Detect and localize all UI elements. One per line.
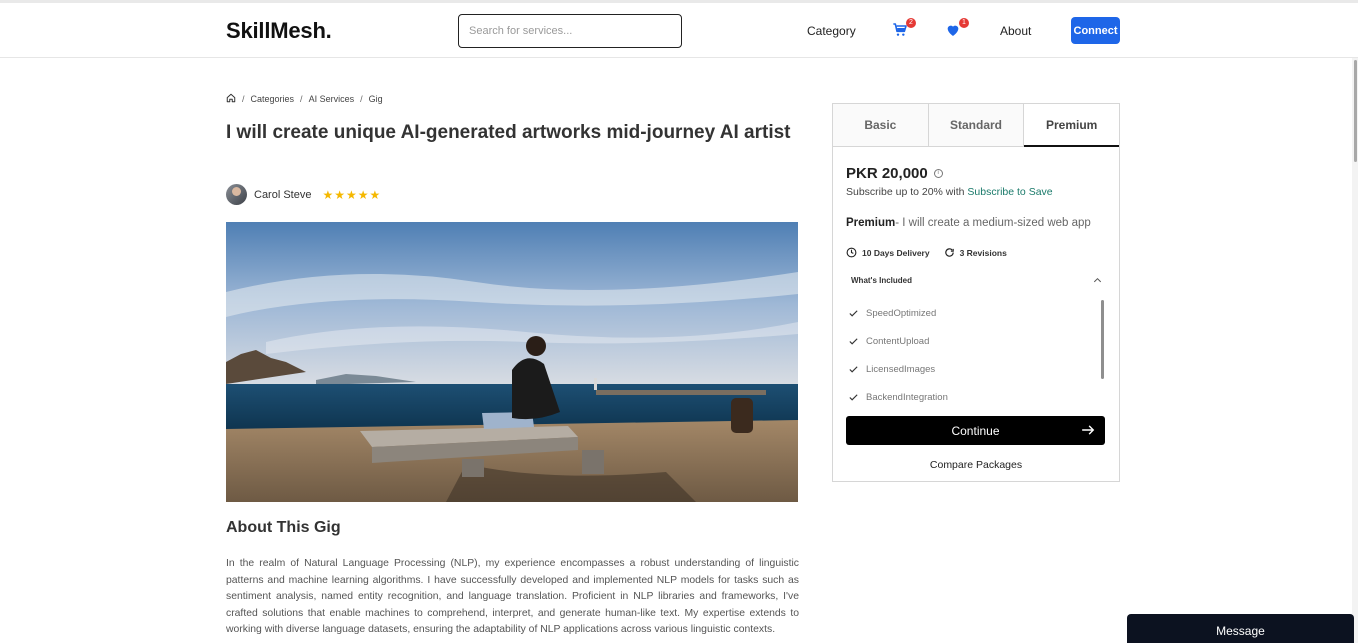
cart-count-badge: 2	[906, 18, 916, 28]
check-icon	[849, 365, 858, 373]
package-meta: 10 Days Delivery 3 Revisions	[846, 247, 1007, 258]
gig-image	[226, 222, 798, 502]
gig-title: I will create unique AI-generated artwor…	[226, 122, 791, 143]
check-icon	[849, 337, 858, 345]
list-item: SpeedOptimized	[846, 299, 1108, 327]
logo[interactable]: SkillMesh.	[226, 18, 332, 44]
whats-included-toggle[interactable]: What's Included	[851, 275, 1103, 286]
tab-standard[interactable]: Standard	[928, 104, 1025, 146]
search-input[interactable]	[458, 14, 682, 48]
clock-icon	[846, 247, 857, 258]
tab-premium[interactable]: Premium	[1024, 104, 1120, 147]
arrow-right-icon	[1082, 425, 1095, 435]
revisions-label: 3 Revisions	[959, 247, 1007, 258]
check-icon	[849, 393, 858, 401]
breadcrumb-separator: /	[242, 94, 245, 104]
included-item-label: SpeedOptimized	[866, 307, 937, 319]
breadcrumb-item-categories[interactable]: Categories	[251, 94, 295, 104]
subscribe-prefix: Subscribe up to 20% with	[846, 186, 965, 198]
delivery-info: 10 Days Delivery	[846, 247, 930, 258]
message-button[interactable]: Message	[1127, 614, 1354, 643]
list-item: ContentUpload	[846, 327, 1108, 355]
included-list-scrollbar[interactable]	[1101, 300, 1104, 379]
tab-basic[interactable]: Basic	[833, 104, 929, 146]
included-list: SpeedOptimized ContentUpload LicensedIma…	[846, 299, 1108, 405]
breadcrumb-separator: /	[300, 94, 303, 104]
connect-button[interactable]: Connect	[1071, 17, 1120, 44]
about-heading: About This Gig	[226, 519, 341, 536]
breadcrumb: / Categories / AI Services / Gig	[226, 93, 383, 105]
continue-button[interactable]: Continue	[846, 416, 1105, 445]
breadcrumb-item-gig[interactable]: Gig	[369, 94, 383, 104]
revisions-info: 3 Revisions	[944, 247, 1007, 258]
heart-icon[interactable]: 1	[945, 18, 969, 40]
chevron-up-icon	[1093, 277, 1102, 283]
refresh-icon	[944, 248, 954, 257]
included-item-label: LicensedImages	[866, 363, 936, 375]
breadcrumb-item-ai-services[interactable]: AI Services	[309, 94, 355, 104]
page-scrollbar-thumb[interactable]	[1354, 60, 1357, 162]
breadcrumb-separator: /	[360, 94, 363, 104]
included-item-label: BackendIntegration	[866, 391, 948, 403]
nav-about-link[interactable]: About	[1000, 24, 1031, 38]
about-text: In the realm of Natural Language Process…	[226, 558, 799, 635]
package-description: Premium- I will create a medium-sized we…	[846, 217, 1091, 229]
rating-stars: ★★★★★	[322, 187, 382, 202]
subscribe-text: Subscribe up to 20% with Subscribe to Sa…	[846, 186, 1053, 198]
package-name: Premium	[846, 217, 896, 229]
home-icon[interactable]	[226, 93, 236, 105]
list-item: LicensedImages	[846, 355, 1108, 383]
price-value: PKR 20,000	[846, 165, 928, 182]
compare-packages-link[interactable]: Compare Packages	[833, 459, 1119, 471]
seller-name[interactable]: Carol Steve	[254, 189, 311, 201]
wishlist-count-badge: 1	[959, 18, 969, 28]
seller-info: Carol Steve ★★★★★	[226, 184, 381, 205]
info-icon[interactable]: i	[933, 169, 943, 178]
whats-included-heading: What's Included	[851, 276, 913, 285]
delivery-label: 10 Days Delivery	[862, 247, 930, 258]
package-summary: - I will create a medium-sized web app	[895, 217, 1091, 229]
list-item: BackendIntegration	[846, 383, 1108, 405]
package-panel: Basic Standard Premium PKR 20,000 i Subs…	[832, 103, 1120, 482]
nav-category-link[interactable]: Category	[807, 24, 856, 38]
package-tabs: Basic Standard Premium	[833, 104, 1120, 147]
subscribe-to-save-link[interactable]: Subscribe to Save	[967, 186, 1052, 198]
included-item-label: ContentUpload	[866, 335, 930, 347]
package-price: PKR 20,000 i	[846, 165, 943, 182]
navbar: SkillMesh. Category 2 1 About Connect	[0, 3, 1358, 58]
cart-icon[interactable]: 2	[892, 18, 916, 40]
continue-label: Continue	[951, 423, 1000, 438]
check-icon	[849, 309, 858, 317]
avatar[interactable]	[226, 184, 247, 205]
